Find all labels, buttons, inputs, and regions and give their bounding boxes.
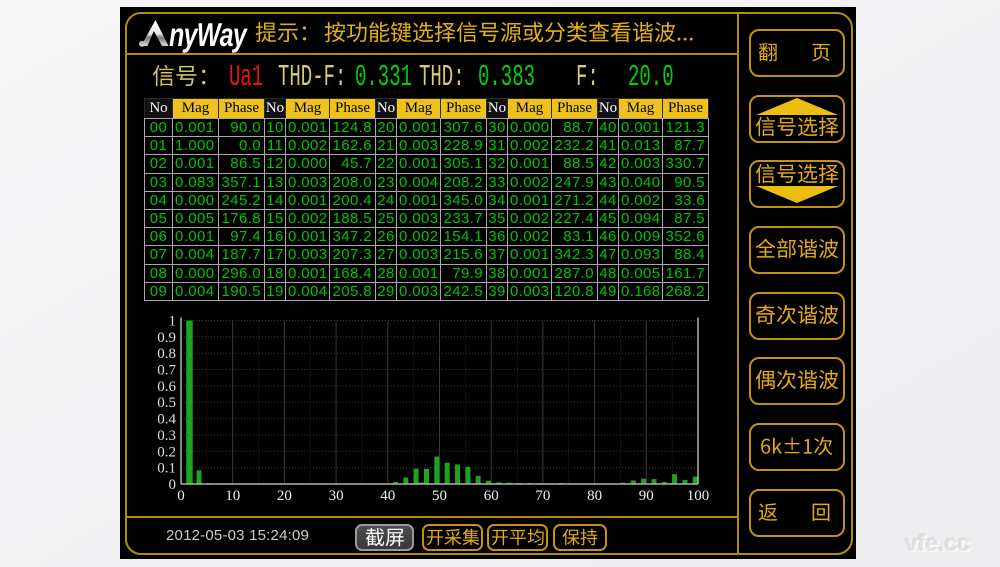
- svg-text:0: 0: [169, 477, 177, 493]
- svg-text:20: 20: [277, 488, 292, 504]
- svg-text:0.3: 0.3: [157, 428, 176, 444]
- svg-text:0.8: 0.8: [157, 346, 176, 362]
- svg-text:30: 30: [329, 488, 344, 504]
- svg-text:0: 0: [177, 488, 185, 504]
- svg-text:50: 50: [432, 488, 447, 504]
- svg-text:0.6: 0.6: [157, 379, 176, 395]
- svg-text:80: 80: [587, 488, 602, 504]
- svg-text:0.5: 0.5: [157, 395, 176, 411]
- svg-text:0.4: 0.4: [157, 412, 176, 428]
- svg-text:1: 1: [169, 314, 177, 330]
- svg-text:0.2: 0.2: [157, 444, 176, 460]
- svg-text:40: 40: [380, 488, 395, 504]
- svg-text:10: 10: [225, 488, 240, 504]
- svg-text:60: 60: [484, 488, 499, 504]
- svg-text:90: 90: [639, 488, 654, 504]
- svg-text:70: 70: [535, 488, 550, 504]
- svg-text:0.7: 0.7: [157, 363, 176, 379]
- svg-text:100: 100: [687, 488, 710, 504]
- svg-text:0.9: 0.9: [157, 330, 176, 346]
- svg-text:0.1: 0.1: [157, 461, 176, 477]
